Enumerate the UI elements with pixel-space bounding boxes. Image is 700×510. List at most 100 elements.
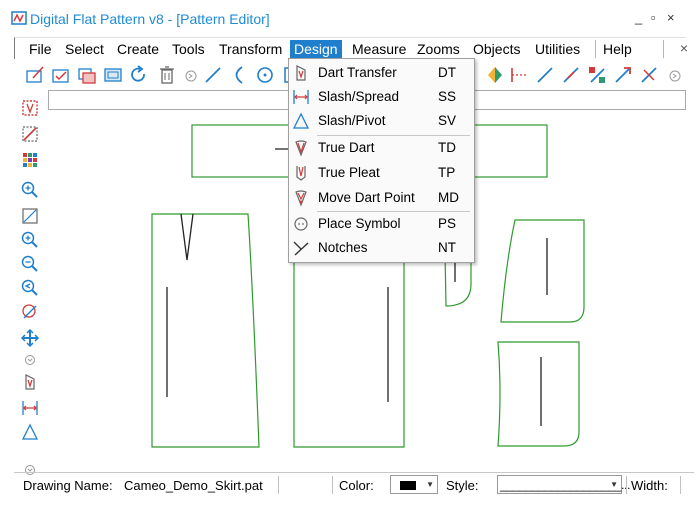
menu-item-label: Slash/Spread (318, 89, 400, 104)
menu-item-label: Place Symbol (318, 216, 401, 231)
menu-select[interactable]: Select (61, 40, 108, 59)
true-pleat-icon (296, 166, 306, 181)
drawing-name-label: Drawing Name: (23, 478, 113, 493)
left-toolbar (14, 90, 44, 480)
close-window-button[interactable]: × (667, 10, 675, 25)
true-dart-icon (295, 140, 307, 157)
notches-icon (293, 241, 309, 256)
slash-spread-icon (293, 90, 309, 104)
zoom-in-plus-icon[interactable] (20, 230, 40, 250)
pocket-piece-upper[interactable] (500, 219, 585, 323)
curve-tool-icon[interactable] (228, 64, 250, 86)
zoom-window-icon[interactable] (20, 206, 40, 226)
menu-item-place-symbol[interactable]: Place Symbol PS (289, 212, 474, 236)
maximize-button[interactable]: ▫ (651, 10, 656, 25)
window-title: Digital Flat Pattern v8 - [Pattern Edito… (30, 11, 270, 27)
menu-zooms[interactable]: Zooms (413, 40, 464, 59)
menu-item-shortcut: SV (438, 113, 457, 128)
menu-item-move-dart-point[interactable]: Move Dart Point MD (289, 186, 474, 210)
drawing-name-value: Cameo_Demo_Skirt.pat (124, 478, 263, 493)
color-grid-icon[interactable] (20, 150, 40, 170)
front-dart (180, 213, 194, 261)
diagonal-line-icon[interactable] (534, 64, 556, 86)
new-pattern-icon[interactable] (24, 64, 46, 86)
print-pattern-icon[interactable] (102, 64, 124, 86)
minimize-button[interactable]: _ (635, 10, 642, 25)
status-separator (680, 476, 681, 494)
circle-tool-icon[interactable] (254, 64, 276, 86)
chevron-down-icon: ▼ (610, 480, 618, 489)
width-label: Width: (631, 478, 668, 493)
menu-item-shortcut: TD (438, 140, 456, 155)
menu-help[interactable]: Help (599, 40, 636, 59)
color-swatch (400, 481, 416, 490)
slash-pivot-icon (292, 112, 310, 129)
menu-item-shortcut: MD (438, 190, 459, 205)
delete-icon[interactable] (156, 64, 178, 86)
menu-create[interactable]: Create (113, 40, 163, 59)
menu-item-true-dart[interactable]: True Dart TD (289, 136, 474, 160)
menu-item-label: Slash/Pivot (318, 113, 386, 128)
menu-item-label: Dart Transfer (318, 65, 397, 80)
menu-objects[interactable]: Objects (469, 40, 524, 59)
pan-icon[interactable] (20, 328, 40, 348)
front-skirt-piece[interactable] (151, 213, 260, 448)
redo-icon[interactable] (128, 64, 150, 86)
menu-item-label: Move Dart Point (318, 190, 415, 205)
menu-measure[interactable]: Measure (348, 40, 410, 59)
menu-item-label: Notches (318, 240, 368, 255)
menu-utilities[interactable]: Utilities (531, 40, 584, 59)
line-tool-icon[interactable] (202, 64, 224, 86)
cut-piece-icon[interactable] (20, 124, 40, 144)
arrow-line-icon[interactable] (612, 64, 634, 86)
color-label: Color: (339, 478, 374, 493)
save-pattern-icon[interactable] (76, 64, 98, 86)
mirror-tool-icon[interactable] (484, 64, 506, 86)
menu-item-notches[interactable]: Notches NT (289, 236, 474, 260)
pattern-piece-icon[interactable] (20, 98, 40, 118)
open-pattern-icon[interactable] (50, 64, 72, 86)
menu-item-slash-pivot[interactable]: Slash/Pivot SV (289, 109, 474, 133)
menu-item-dart-transfer[interactable]: Dart Transfer DT (289, 61, 474, 85)
move-dart-point-icon (295, 190, 307, 207)
status-separator (278, 476, 279, 494)
pocket-piece-lower[interactable] (497, 341, 580, 447)
diagonal-line-red-icon[interactable] (560, 64, 582, 86)
zoom-previous-icon[interactable] (20, 278, 40, 298)
place-symbol-icon (294, 217, 308, 231)
menu-transform[interactable]: Transform (215, 40, 286, 59)
menu-item-true-pleat[interactable]: True Pleat TP (289, 161, 474, 185)
app-icon (11, 11, 27, 25)
menu-file[interactable]: File (25, 40, 56, 59)
color-dropdown[interactable]: ▼ (390, 475, 438, 494)
menu-item-slash-spread[interactable]: Slash/Spread SS (289, 85, 474, 109)
status-bar: Drawing Name: Cameo_Demo_Skirt.pat Color… (14, 472, 694, 496)
close-document-icon[interactable]: × (680, 40, 688, 56)
menu-item-shortcut: PS (438, 216, 457, 231)
collapse-left-toolbar-icon[interactable] (20, 350, 40, 370)
dimension-tool-icon[interactable] (508, 64, 530, 86)
dart-transfer-icon (296, 65, 306, 81)
status-separator (626, 476, 627, 494)
zoom-out-icon[interactable] (20, 254, 40, 274)
zoom-fit-icon[interactable] (20, 302, 40, 322)
design-menu-dropdown: Dart Transfer DT Slash/Spread SS Slash/P… (288, 58, 475, 263)
percent-tool-icon[interactable] (586, 64, 608, 86)
menu-tools[interactable]: Tools (168, 40, 209, 59)
menu-item-shortcut: TP (438, 165, 456, 180)
chevron-down-icon: ▼ (426, 480, 434, 489)
menu-design[interactable]: Design (290, 40, 342, 59)
expand-toolbar-icon[interactable] (664, 64, 686, 86)
spread-tool-icon[interactable] (20, 398, 40, 418)
style-label: Style: (446, 478, 479, 493)
pivot-tool-icon[interactable] (20, 422, 40, 442)
title-bar: Digital Flat Pattern v8 - [Pattern Edito… (0, 0, 700, 37)
menu-item-label: True Pleat (318, 165, 380, 180)
collapse-toolbar-icon[interactable] (180, 64, 202, 86)
zoom-in-icon[interactable] (20, 180, 40, 200)
style-dropdown[interactable]: ___________________... ▼ (497, 475, 631, 494)
menu-separator (663, 40, 664, 58)
cut-line-icon[interactable] (638, 64, 660, 86)
menu-separator (595, 40, 596, 58)
dart-tool-icon[interactable] (20, 372, 40, 392)
